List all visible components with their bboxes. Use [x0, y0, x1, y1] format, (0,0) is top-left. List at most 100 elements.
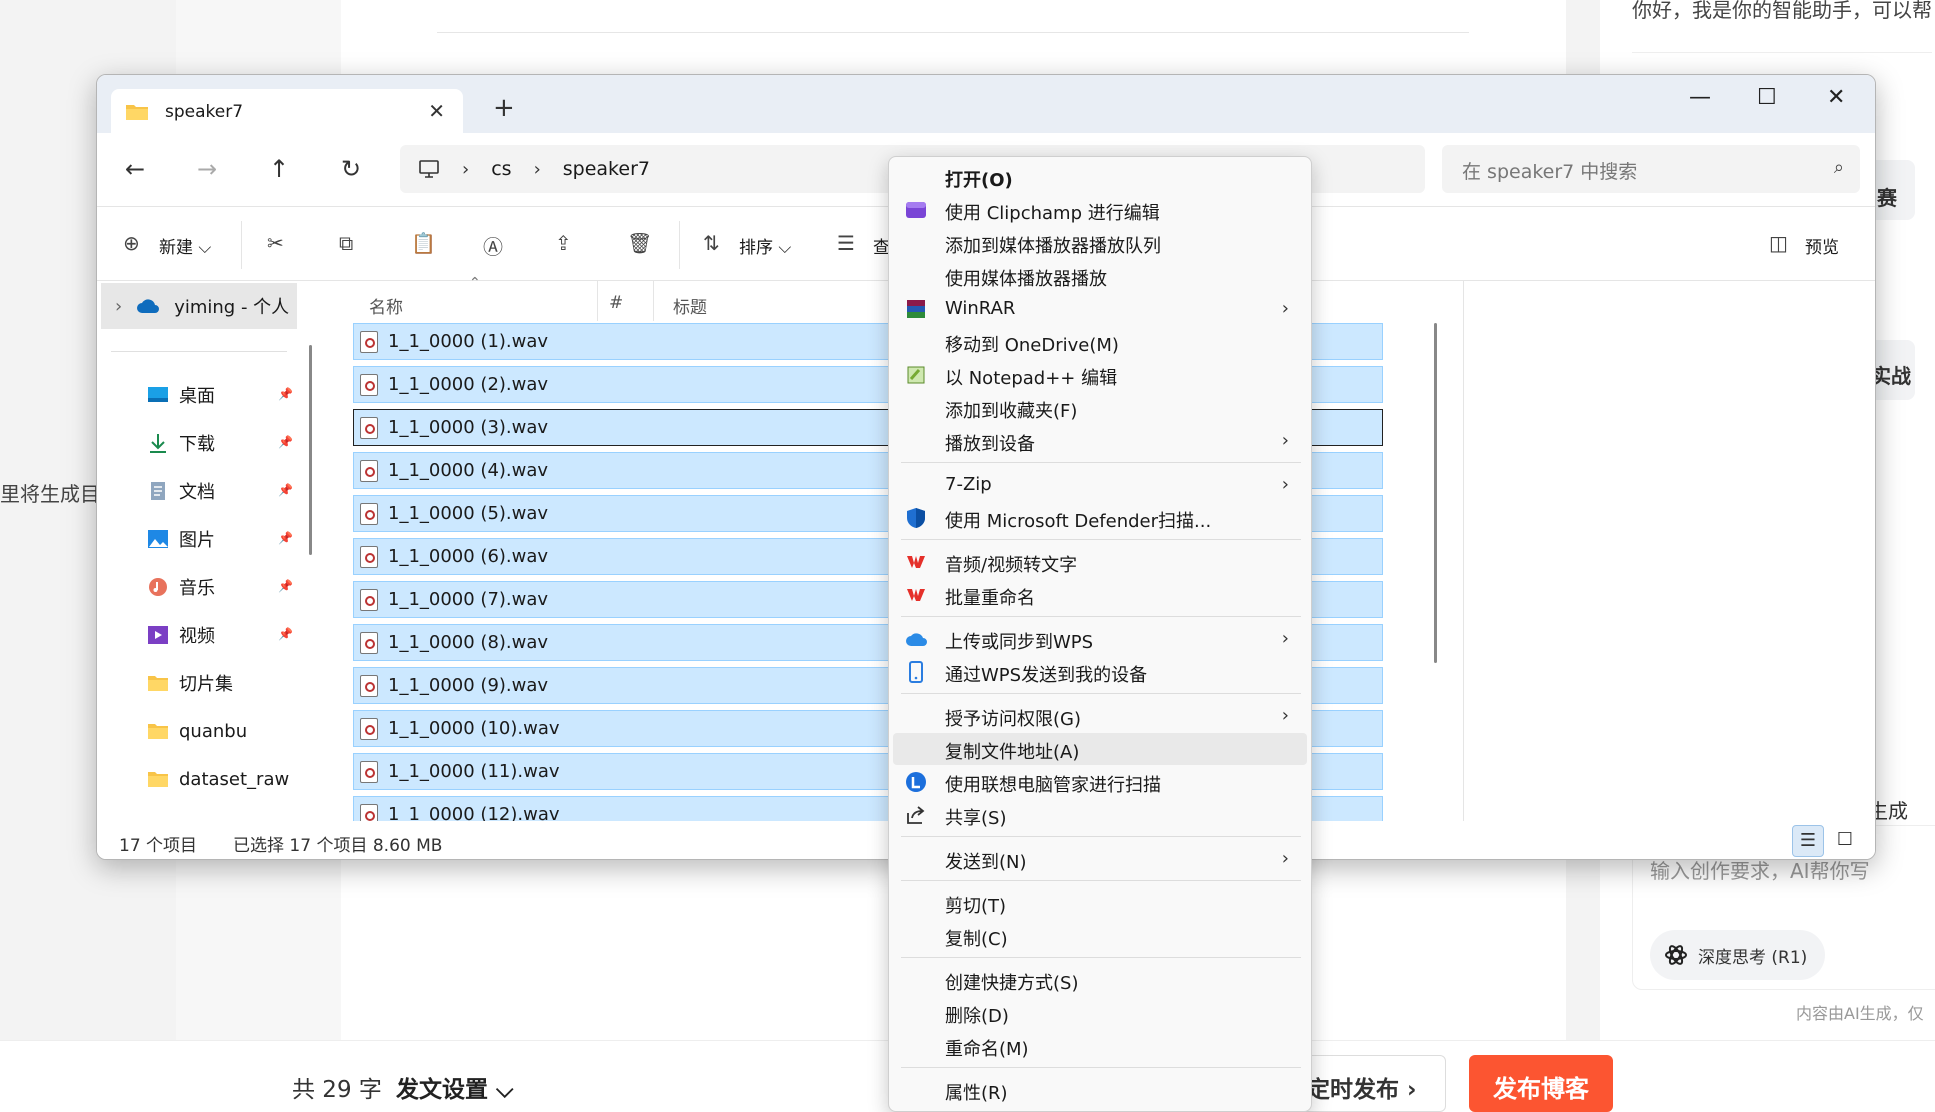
sidebar-item-label: 桌面 — [179, 386, 215, 407]
copy-icon[interactable]: ⧉ — [339, 231, 353, 255]
menu-separator — [901, 836, 1301, 837]
sidebar-item-folder[interactable]: dataset_raw — [97, 759, 297, 799]
menu-item-winrar[interactable]: WinRAR › — [893, 293, 1307, 325]
preview-pane-icon[interactable]: ◫ — [1769, 231, 1788, 255]
pin-icon: 📌 — [278, 387, 293, 401]
sidebar-item-downloads[interactable]: 下载 📌 — [97, 423, 297, 463]
menu-item-delete[interactable]: 删除(D) — [893, 997, 1307, 1029]
menu-item-label: 删除(D) — [945, 1006, 1009, 1027]
menu-item-notepadpp[interactable]: 以 Notepad++ 编辑 — [893, 359, 1307, 391]
menu-item-send-to[interactable]: 发送到(N) › — [893, 843, 1307, 875]
music-icon — [149, 578, 167, 596]
notepad-plus-plus-icon — [907, 366, 925, 384]
menu-item-play[interactable]: 使用媒体播放器播放 — [893, 260, 1307, 292]
maximize-button[interactable]: ☐ — [1757, 85, 1777, 110]
close-window-button[interactable]: ✕ — [1827, 85, 1845, 110]
menu-item-label: 创建快捷方式(S) — [945, 973, 1079, 994]
sidebar-item-documents[interactable]: 文档 📌 — [97, 471, 297, 511]
file-list-scrollbar[interactable] — [1434, 323, 1437, 663]
tab-speaker7[interactable]: speaker7 ✕ — [111, 89, 463, 134]
menu-item-add-to-queue[interactable]: 添加到媒体播放器播放队列 — [893, 227, 1307, 259]
new-plus-icon[interactable]: ⊕ — [123, 231, 140, 255]
pin-icon: 📌 — [278, 627, 293, 641]
minimize-button[interactable]: — — [1689, 85, 1711, 110]
timed-publish-button[interactable]: 定时发布 › — [1300, 1055, 1446, 1112]
sidebar-item-pictures[interactable]: 图片 📌 — [97, 519, 297, 559]
tiles-view-icon[interactable]: ☐ — [1829, 825, 1861, 857]
document-icon — [151, 482, 165, 500]
column-header-name[interactable]: 名称 — [369, 293, 403, 318]
context-menu: 打开(O) 使用 Clipchamp 进行编辑 添加到媒体播放器播放队列 使用媒… — [888, 156, 1312, 1112]
sidebar-item-music[interactable]: 音乐 📌 — [97, 567, 297, 607]
delete-icon[interactable]: 🗑 — [627, 231, 652, 255]
menu-item-defender[interactable]: 使用 Microsoft Defender扫描... — [893, 502, 1307, 534]
deep-think-button[interactable]: 深度思考 (R1) — [1650, 930, 1826, 980]
menu-item-label: 重命名(M) — [945, 1039, 1029, 1060]
audio-file-icon — [360, 760, 378, 783]
search-input[interactable]: 在 speaker7 中搜索 ⌕ — [1442, 145, 1860, 193]
menu-item-favorites[interactable]: 添加到收藏夹(F) — [893, 392, 1307, 424]
menu-item-clipchamp[interactable]: 使用 Clipchamp 进行编辑 — [893, 194, 1307, 226]
details-view-icon[interactable]: ☰ — [1792, 825, 1824, 857]
menu-item-properties[interactable]: 属性(R) — [893, 1074, 1307, 1106]
menu-item-wps-rename[interactable]: 批量重命名 — [893, 579, 1307, 611]
sidebar-item-videos[interactable]: 视频 📌 — [97, 615, 297, 655]
menu-item-rename[interactable]: 重命名(M) — [893, 1030, 1307, 1062]
column-header-number[interactable]: # — [609, 293, 623, 313]
breadcrumb-item[interactable]: cs — [491, 158, 511, 180]
preview-button[interactable]: 预览 — [1805, 233, 1839, 258]
toolbar-divider — [679, 221, 680, 269]
share-icon[interactable]: ⇪ — [555, 231, 572, 255]
new-button[interactable]: 新建 ⌵ — [159, 233, 211, 258]
up-arrow-icon[interactable]: ↑ — [269, 155, 289, 183]
menu-separator — [901, 1067, 1301, 1068]
new-tab-button[interactable]: + — [493, 93, 515, 123]
publish-settings-button[interactable]: 发文设置 ⌵ — [396, 1070, 513, 1104]
menu-item-wps-upload[interactable]: 上传或同步到WPS › — [893, 623, 1307, 655]
menu-item-cut[interactable]: 剪切(T) — [893, 887, 1307, 919]
menu-item-cast[interactable]: 播放到设备 › — [893, 425, 1307, 457]
rename-icon[interactable]: Ⓐ — [483, 231, 503, 260]
close-tab-icon[interactable]: ✕ — [428, 99, 445, 123]
wps-icon — [907, 556, 925, 568]
sidebar-item-onedrive[interactable]: › yiming - 个人 — [101, 283, 297, 329]
menu-item-copy[interactable]: 复制(C) — [893, 920, 1307, 952]
menu-item-wps-send[interactable]: 通过WPS发送到我的设备 — [893, 656, 1307, 688]
audio-file-icon — [360, 803, 378, 821]
forward-arrow-icon[interactable]: → — [197, 155, 217, 183]
atom-icon — [1665, 945, 1687, 965]
menu-item-label: 授予访问权限(G) — [945, 709, 1081, 730]
menu-item-open[interactable]: 打开(O) — [893, 161, 1307, 193]
menu-separator — [901, 693, 1301, 694]
cut-icon[interactable]: ✂ — [267, 231, 284, 255]
column-header-title[interactable]: 标题 — [673, 293, 707, 318]
chevron-down-icon: ⌵ — [488, 1077, 514, 1103]
paste-icon[interactable]: 📋 — [411, 231, 436, 255]
refresh-icon[interactable]: ↻ — [341, 155, 361, 183]
back-arrow-icon[interactable]: ← — [125, 155, 145, 183]
editor-snippet: 里将生成目 — [0, 482, 100, 506]
breadcrumb-item[interactable]: speaker7 — [563, 158, 650, 180]
sidebar-item-folder[interactable]: quanbu — [97, 711, 297, 751]
chevron-right-icon: › — [1281, 628, 1289, 649]
sidebar-item-desktop[interactable]: 桌面 📌 — [97, 375, 297, 415]
menu-item-copy-path[interactable]: 复制文件地址(A) — [893, 733, 1307, 765]
sort-icon[interactable]: ⇅ — [703, 231, 720, 255]
menu-item-lenovo-scan[interactable]: 使用联想电脑管家进行扫描 — [893, 766, 1307, 798]
sidebar-scrollbar[interactable] — [309, 345, 312, 555]
menu-item-share[interactable]: 共享(S) — [893, 799, 1307, 831]
file-name: 1_1_0000 (9).wav — [388, 675, 549, 696]
menu-item-create-shortcut[interactable]: 创建快捷方式(S) — [893, 964, 1307, 996]
menu-item-move-onedrive[interactable]: 移动到 OneDrive(M) — [893, 326, 1307, 358]
view-icon[interactable]: ☰ — [837, 231, 855, 255]
sidebar-item-folder[interactable]: 切片集 — [97, 663, 297, 703]
pin-icon: 📌 — [278, 483, 293, 497]
sort-button[interactable]: 排序 ⌵ — [739, 233, 791, 258]
publish-button[interactable]: 发布博客 — [1469, 1055, 1613, 1112]
sidebar-item-label: 视频 — [179, 626, 215, 647]
menu-item-wps-transcribe[interactable]: 音频/视频转文字 — [893, 546, 1307, 578]
menu-item-grant-access[interactable]: 授予访问权限(G) › — [893, 700, 1307, 732]
audio-file-icon — [360, 631, 378, 654]
menu-separator — [901, 462, 1301, 463]
menu-item-7zip[interactable]: 7-Zip › — [893, 469, 1307, 501]
